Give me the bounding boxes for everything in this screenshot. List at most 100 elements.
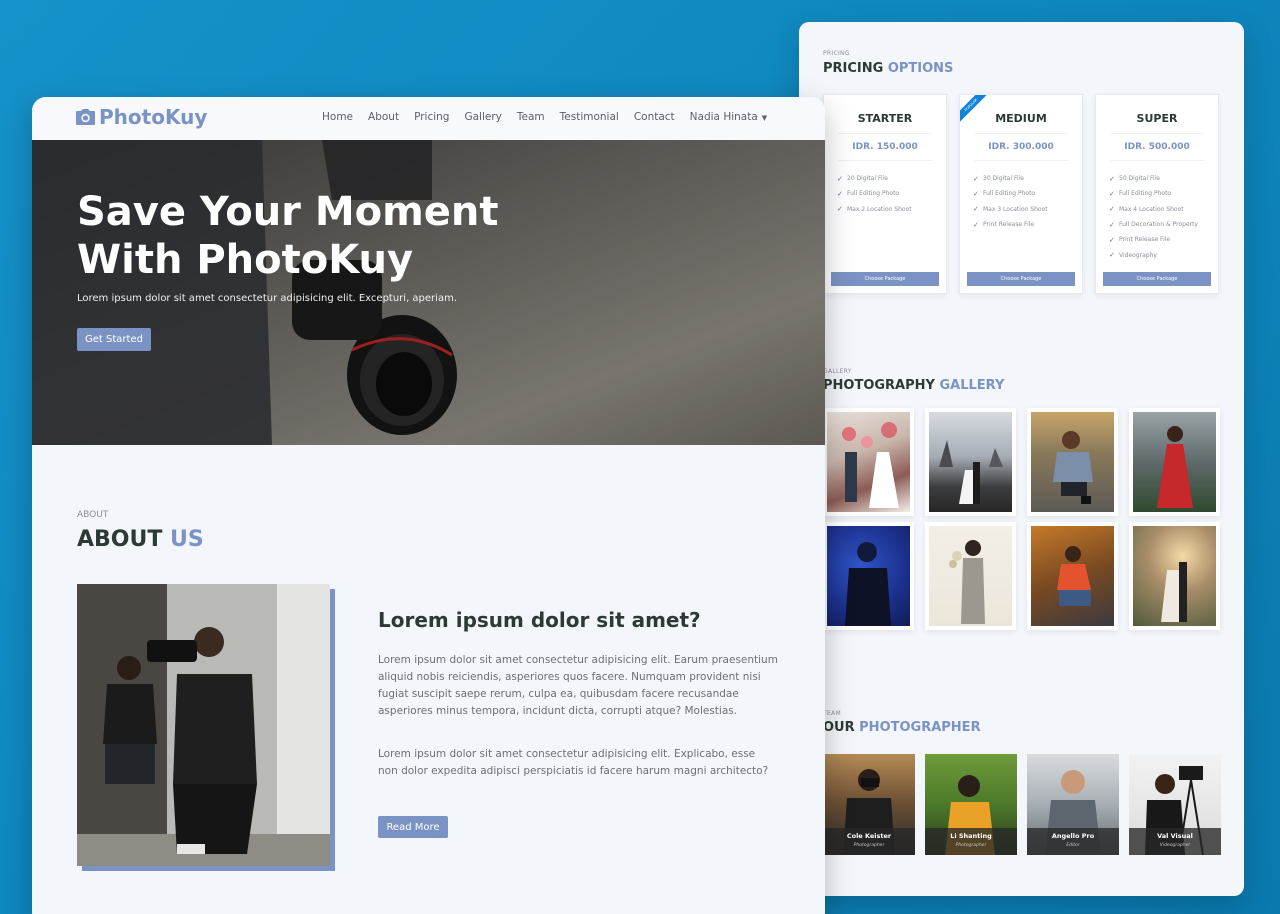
- team-member-role: Photographer: [853, 843, 885, 848]
- plan-name: SUPER: [1136, 112, 1178, 125]
- caret-down-icon: ▼: [761, 114, 768, 122]
- nav-gallery[interactable]: Gallery: [464, 111, 501, 123]
- pricing-eyebrow: PRICING: [823, 50, 850, 57]
- choose-package-button[interactable]: Choose Package: [967, 272, 1075, 286]
- photo: [1031, 526, 1114, 626]
- nav-testimonial[interactable]: Testimonial: [560, 111, 619, 123]
- feature-item: ✓ Max 2 Location Shoot: [837, 205, 912, 214]
- photo-illustration: [1057, 546, 1091, 606]
- photo: [929, 412, 1012, 512]
- feature-item: ✓ Full Decoration & Property: [1109, 220, 1198, 229]
- gallery-photo-flowers[interactable]: [925, 522, 1016, 630]
- pricing-card-super: SUPER IDR. 500.000 ✓ 50 Digital File ✓ Ful…: [1095, 94, 1219, 294]
- gallery-photo-beach-couple[interactable]: [925, 408, 1016, 516]
- feature-item: ✓ Print Release File: [1109, 235, 1171, 244]
- gallery-photo-autumn[interactable]: [1027, 522, 1118, 630]
- pricing-card-medium: POPULAR MEDIUM IDR. 300.000 ✓ 30 Digital …: [959, 94, 1083, 294]
- check-icon: ✓: [1109, 174, 1115, 183]
- team-card[interactable]: Cole Keister Photographer: [823, 754, 915, 855]
- check-icon: ✓: [973, 220, 979, 229]
- team-member-name: Cole Keister: [846, 832, 892, 840]
- about-heading-accent: US: [170, 527, 204, 552]
- team-heading: OUR PHOTOGRAPHER: [823, 720, 981, 735]
- check-icon: ✓: [973, 189, 979, 198]
- feature-item: ✓ Videography: [1109, 251, 1157, 260]
- gallery-photo-blue-light[interactable]: [823, 522, 914, 630]
- gallery-heading: PHOTOGRAPHY GALLERY: [823, 378, 1004, 393]
- about-paragraph-1: Lorem ipsum dolor sit amet consectetur a…: [378, 654, 778, 717]
- divider: [838, 133, 932, 134]
- plan-name: STARTER: [857, 112, 913, 125]
- check-icon: ✓: [1109, 220, 1115, 229]
- photo: [1133, 412, 1216, 512]
- hero-subtitle: Lorem ipsum dolor sit amet consectetur a…: [77, 293, 457, 304]
- plan-name: MEDIUM: [995, 112, 1047, 125]
- pricing-heading-main: PRICING: [823, 61, 884, 76]
- check-icon: ✓: [1109, 235, 1115, 244]
- plan-price: IDR. 500.000: [1124, 142, 1190, 152]
- gallery-photo-sunset-couple[interactable]: [1129, 522, 1220, 630]
- nav-home[interactable]: Home: [322, 111, 353, 123]
- team-section-header: TEAM OUR PHOTOGRAPHER: [823, 710, 981, 735]
- feature-item: ✓ 20 Digital File: [837, 174, 888, 183]
- nav-menu: Home About Pricing Gallery Team Testimon…: [322, 111, 782, 123]
- about-heading: ABOUT US: [77, 527, 204, 552]
- team-caption: Li Shanting Photographer: [925, 828, 1017, 855]
- plan-price: IDR. 300.000: [988, 142, 1054, 152]
- about-paragraph-2: Lorem ipsum dolor sit amet consectetur a…: [378, 748, 769, 777]
- team-card[interactable]: Val Visual Videographer: [1129, 754, 1221, 855]
- nav-team[interactable]: Team: [517, 111, 545, 123]
- photo-illustration: [1157, 426, 1193, 508]
- gallery-photo-woman-sitting[interactable]: [1027, 408, 1118, 516]
- team-member-role: Photographer: [955, 843, 987, 848]
- gallery-photo-wedding-balloons[interactable]: [823, 408, 914, 516]
- feature-list: ✓ 50 Digital File ✓ Full Editing Photo ✓ Ma…: [1109, 171, 1218, 263]
- gallery-heading-accent: GALLERY: [939, 378, 1005, 393]
- photo-illustration: [845, 542, 891, 626]
- divider: [974, 160, 1068, 161]
- read-more-button[interactable]: Read More: [378, 816, 448, 838]
- feature-list: ✓ 20 Digital File ✓ Full Editing Photo ✓ Ma…: [837, 171, 946, 217]
- photo-illustration: [1161, 562, 1187, 622]
- about-eyebrow: ABOUT: [77, 510, 109, 520]
- photo-illustration: [939, 440, 1003, 504]
- get-started-button[interactable]: Get Started: [77, 328, 151, 351]
- brand-name: PhotoKuy: [99, 105, 208, 129]
- about-question: Lorem ipsum dolor sit amet?: [378, 608, 701, 632]
- divider: [974, 133, 1068, 134]
- plan-price: IDR. 150.000: [852, 142, 918, 152]
- choose-package-button[interactable]: Choose Package: [1103, 272, 1211, 286]
- choose-package-button[interactable]: Choose Package: [831, 272, 939, 286]
- user-name: Nadia Hinata: [689, 111, 758, 123]
- divider: [1110, 133, 1204, 134]
- nav-pricing[interactable]: Pricing: [414, 111, 449, 123]
- check-icon: ✓: [837, 205, 843, 214]
- gallery-eyebrow: GALLERY: [823, 368, 852, 375]
- check-icon: ✓: [973, 205, 979, 214]
- gallery-heading-main: PHOTOGRAPHY: [823, 378, 935, 393]
- check-icon: ✓: [837, 189, 843, 198]
- team-heading-accent: PHOTOGRAPHER: [859, 720, 981, 735]
- user-dropdown[interactable]: Nadia Hinata ▼: [690, 111, 768, 123]
- nav-contact[interactable]: Contact: [634, 111, 675, 123]
- pricing-heading: PRICING OPTIONS: [823, 61, 953, 76]
- camera-icon: [76, 109, 95, 125]
- brand-logo[interactable]: PhotoKuy: [76, 105, 207, 129]
- photo-illustration: [842, 422, 899, 508]
- photo: [1133, 526, 1216, 626]
- check-icon: ✓: [1109, 251, 1115, 260]
- nav-about[interactable]: About: [368, 111, 399, 123]
- feature-item: ✓ Print Release File: [973, 220, 1035, 229]
- photo-illustration: [949, 540, 985, 624]
- team-caption: Angello Pro Editor: [1027, 828, 1119, 855]
- photo-illustration: [1053, 431, 1093, 504]
- feature-item: ✓ Full Editing Photo: [973, 189, 1036, 198]
- gallery-section-header: GALLERY PHOTOGRAPHY GALLERY: [823, 368, 1004, 393]
- feature-item: ✓ Full Editing Photo: [1109, 189, 1172, 198]
- divider: [1110, 160, 1204, 161]
- check-icon: ✓: [837, 174, 843, 183]
- team-card[interactable]: Li Shanting Photographer: [925, 754, 1017, 855]
- gallery-photo-red-dress[interactable]: [1129, 408, 1220, 516]
- photo: [827, 526, 910, 626]
- team-card[interactable]: Angello Pro Editor: [1027, 754, 1119, 855]
